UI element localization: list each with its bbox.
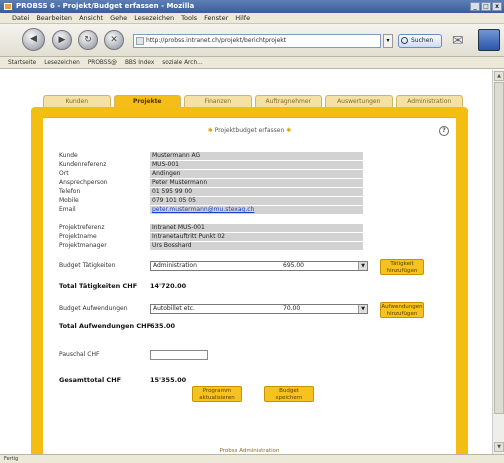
close-button[interactable]: x: [492, 2, 502, 11]
menu-item-bookmarks[interactable]: Lesezeichen: [134, 13, 174, 23]
status-text: Fertig: [4, 456, 19, 462]
window-title: PROBSS 6 - Projekt/Budget erfassen - Moz…: [16, 2, 195, 10]
tab-administration[interactable]: Administration: [395, 95, 463, 107]
info-row-projektname: Projektname Intranetauftritt Punkt 02: [59, 233, 389, 241]
menu-item-view[interactable]: Ansicht: [79, 13, 103, 23]
content-frame: ✱ Projektbudget erfassen ✱ ? Kunde Muste…: [31, 107, 468, 454]
total-expenses: Total Aufwendungen CHF 635.00: [59, 322, 176, 330]
url-text: http://probss.intranet.ch/projekt/berich…: [146, 37, 287, 44]
tab-finanzen[interactable]: Finanzen: [184, 95, 252, 107]
window-controls: _ □ x: [470, 2, 502, 11]
panel-title: ✱ Projektbudget erfassen ✱: [207, 127, 292, 134]
vertical-scrollbar[interactable]: ▲ ▼: [492, 70, 504, 454]
tab-projekte[interactable]: Projekte: [113, 95, 181, 107]
forward-button[interactable]: ▶: [52, 30, 72, 50]
help-icon[interactable]: ?: [439, 126, 449, 136]
chevron-down-icon: ▼: [358, 305, 367, 313]
back-button[interactable]: ◀: [22, 28, 45, 51]
scroll-down-icon[interactable]: ▼: [494, 442, 504, 452]
menu-item-help[interactable]: Hilfe: [235, 13, 250, 23]
info-row-ansprechperson: Ansprechperson Peter Mustermann: [59, 179, 389, 187]
activity-select[interactable]: Administration 695.00 ▼: [150, 261, 368, 271]
pauschal-row: Pauschal CHF: [59, 351, 100, 358]
info-row-mobile: Mobile 079 101 05 05: [59, 197, 389, 205]
window-titlebar: PROBSS 6 - Projekt/Budget erfassen - Moz…: [0, 0, 504, 13]
bookmark-soziale[interactable]: soziale Arch...: [162, 57, 202, 68]
add-activity-button[interactable]: Tätigkeit hinzufügen: [380, 259, 424, 275]
budget-panel: ✱ Projektbudget erfassen ✱ ? Kunde Muste…: [43, 117, 456, 454]
pauschal-input[interactable]: [150, 350, 208, 360]
app-icon: [4, 3, 12, 10]
update-program-button[interactable]: Programm aktualisieren: [192, 386, 242, 402]
search-label: Suchen: [411, 37, 434, 44]
url-dropdown-button[interactable]: ▾: [383, 34, 393, 48]
main-tabs: Kunden Projekte Finanzen Auftragnehmer A…: [43, 95, 463, 107]
scroll-up-icon[interactable]: ▲: [494, 71, 504, 81]
bookmark-bbs-index[interactable]: BBS Index: [125, 57, 154, 68]
bookmark-lesezeichen[interactable]: Lesezeichen: [44, 57, 80, 68]
menu-item-go[interactable]: Gehe: [110, 13, 127, 23]
minimize-button[interactable]: _: [470, 2, 480, 11]
add-expense-button[interactable]: Aufwendungen hinzufügen: [380, 302, 424, 318]
url-bar[interactable]: http://probss.intranet.ch/projekt/berich…: [133, 34, 381, 48]
bookmark-home[interactable]: Startseite: [8, 57, 36, 68]
tab-auftragnehmer[interactable]: Auftragnehmer: [254, 95, 322, 107]
menu-item-file[interactable]: Datei: [12, 13, 29, 23]
reload-icon: ↻: [84, 35, 92, 45]
page-content: Kunden Projekte Finanzen Auftragnehmer A…: [0, 70, 492, 454]
expense-select[interactable]: Autobillet etc. 70.00 ▼: [150, 304, 368, 314]
star-icon: ✱: [207, 127, 213, 134]
info-row-telefon: Telefon 01 595 99 00: [59, 188, 389, 196]
grand-total: Gesamttotal CHF 15'355.00: [59, 376, 187, 384]
star-icon: ✱: [286, 127, 292, 134]
reload-button[interactable]: ↻: [78, 30, 98, 50]
save-budget-button[interactable]: Budget speichern: [264, 386, 314, 402]
status-bar: Fertig: [0, 454, 504, 463]
menu-item-window[interactable]: Fenster: [204, 13, 228, 23]
page-icon: [136, 37, 144, 45]
menu-item-tools[interactable]: Tools: [181, 13, 197, 23]
scroll-thumb[interactable]: [494, 82, 504, 414]
info-row-ort: Ort Andingen: [59, 170, 389, 178]
maximize-button[interactable]: □: [481, 2, 491, 11]
info-row-email: Email peter.mustermann@mu.stexag.ch: [59, 206, 389, 214]
chevron-down-icon: ▼: [358, 262, 367, 270]
tab-kunden[interactable]: Kunden: [43, 95, 111, 107]
search-icon: [401, 37, 408, 44]
tab-auswertungen[interactable]: Auswertungen: [325, 95, 393, 107]
total-activities: Total Tätigkeiten CHF 14'720.00: [59, 282, 187, 290]
bookmarks-bar: Startseite Lesezeichen PROBSS@ BBS Index…: [0, 57, 504, 69]
info-row-projektreferenz: Projektreferenz Intranet MUS-001: [59, 224, 389, 232]
info-row-kunde: Kunde Mustermann AG: [59, 152, 389, 160]
navigation-toolbar: ◀ ▶ ↻ ✕ http://probss.intranet.ch/projek…: [0, 24, 504, 57]
mail-icon[interactable]: ✉: [452, 32, 470, 50]
email-link[interactable]: peter.mustermann@mu.stexag.ch: [150, 206, 363, 214]
back-arrow-icon: ◀: [30, 34, 37, 44]
info-row-projektmanager: Projektmanager Urs Bosshard: [59, 242, 389, 250]
info-row-kundenreferenz: Kundenreferenz MUS-001: [59, 161, 389, 169]
search-button[interactable]: Suchen: [398, 34, 442, 48]
stop-button[interactable]: ✕: [104, 30, 124, 50]
bookmark-probss[interactable]: PROBSS@: [88, 57, 117, 68]
throbber-icon: [478, 29, 500, 51]
stop-icon: ✕: [110, 35, 118, 45]
menu-bar: Datei Bearbeiten Ansicht Gehe Lesezeiche…: [0, 13, 504, 24]
forward-arrow-icon: ▶: [58, 35, 66, 45]
menu-item-edit[interactable]: Bearbeiten: [36, 13, 72, 23]
